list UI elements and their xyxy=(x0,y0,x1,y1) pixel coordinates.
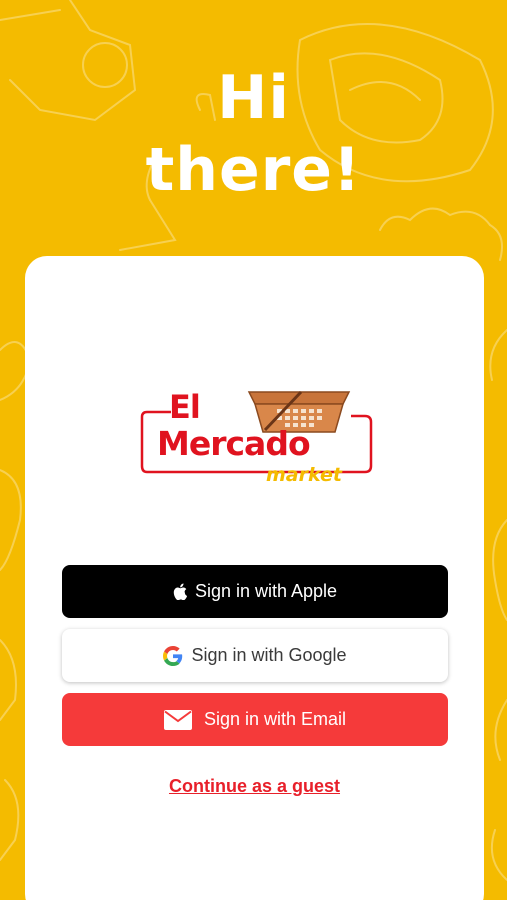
greeting-heading: Hi there! xyxy=(0,62,507,206)
sign-in-card: El Mercado market Sign in with Apple Sig… xyxy=(25,256,484,900)
sign-in-apple-label: Sign in with Apple xyxy=(194,581,338,601)
logo-word-el: El xyxy=(169,388,201,426)
sign-in-email-button[interactable]: Sign in with Email xyxy=(62,693,448,746)
sign-in-email-label: Sign in with Email xyxy=(203,709,347,729)
sign-in-google-button[interactable]: Sign in with Google xyxy=(62,629,448,682)
google-icon xyxy=(163,645,183,666)
sign-in-apple-button[interactable]: Sign in with Apple xyxy=(62,565,448,618)
greeting-line-1: Hi xyxy=(217,63,290,133)
logo-word-mercado: Mercado xyxy=(157,424,311,463)
sign-in-google-label: Sign in with Google xyxy=(191,645,347,665)
logo-word-market: market xyxy=(266,464,342,486)
apple-icon xyxy=(173,583,187,600)
el-mercado-logo: El Mercado market xyxy=(139,384,375,494)
greeting-line-2: there! xyxy=(145,135,362,205)
mail-icon xyxy=(163,709,192,730)
continue-as-guest-link[interactable]: Continue as a guest xyxy=(25,776,484,797)
